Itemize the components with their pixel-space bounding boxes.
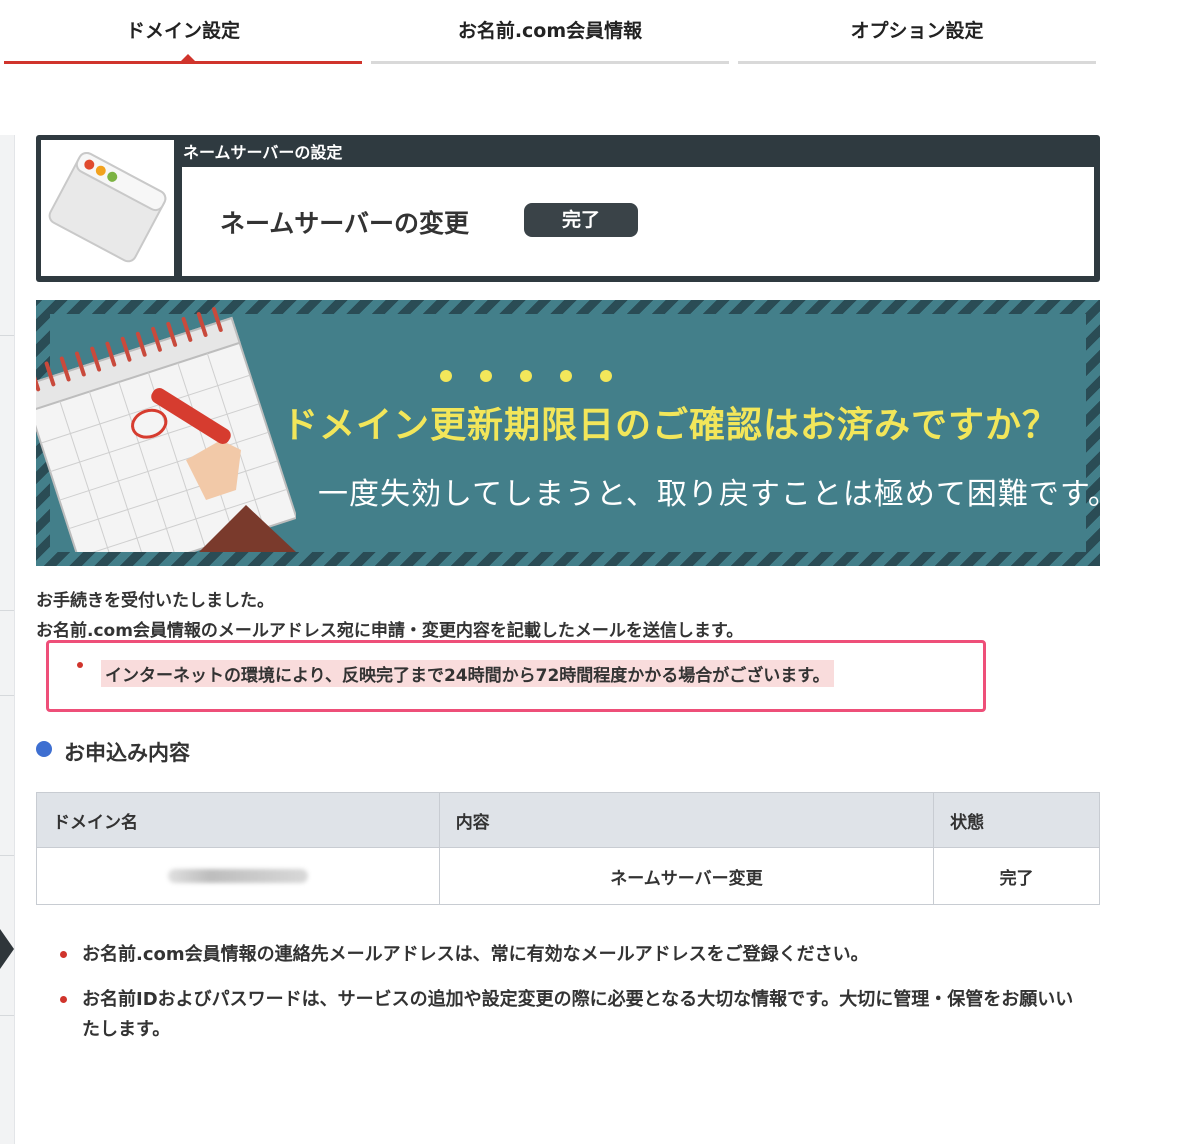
application-table: ドメイン名 内容 状態 ネームサーバー変更 完了 (36, 792, 1100, 905)
banner-headline: ドメイン更新期限日のご確認はお済みですか？ (282, 405, 1060, 446)
tab-domain-settings[interactable]: ドメイン設定 (4, 0, 362, 66)
banner-inner: ドメイン更新期限日のご確認はお済みですか？ 一度失効してしまうと、取り戻すことは… (36, 307, 1100, 552)
footer-note-credentials: お名前IDおよびパスワードは、サービスの追加や設定変更の際に必要となる大切な情報… (82, 989, 1074, 1040)
tab-underline (4, 61, 362, 64)
domain-name-cell (36, 847, 440, 905)
renewal-reminder-banner[interactable]: ドメイン更新期限日のご確認はお済みですか？ 一度失効してしまうと、取り戻すことは… (36, 300, 1100, 566)
panel-header: ネームサーバーの設定 (183, 143, 343, 162)
tab-underline (371, 61, 729, 64)
content-cell: ネームサーバー変更 (438, 847, 935, 905)
email-notice-message: お名前.com会員情報のメールアドレス宛に申請・変更内容を記載したメールを送信し… (36, 621, 744, 641)
propagation-notice: インターネットの環境により、反映完了まで24時間から72時間程度かかる場合がござ… (46, 640, 986, 712)
bullet-icon (60, 996, 67, 1003)
tab-option-settings[interactable]: オプション設定 (738, 0, 1096, 66)
active-tab-caret-icon (181, 54, 195, 61)
side-panel-toggle-icon[interactable] (0, 929, 14, 969)
nameserver-status-panel: ネームサーバーの設定 ネームサーバーの変更 完了 (36, 135, 1100, 282)
table-row: ネームサーバー変更 完了 (36, 847, 1100, 905)
tab-underline (738, 61, 1096, 64)
status-badge: 完了 (524, 203, 638, 237)
browser-window-icon (41, 140, 174, 276)
propagation-notice-text: インターネットの環境により、反映完了まで24時間から72時間程度かかる場合がござ… (101, 660, 834, 687)
tab-label: お名前.com会員情報 (457, 20, 643, 42)
tab-label: オプション設定 (850, 20, 984, 42)
emphasis-dots (440, 370, 620, 384)
panel-title: ネームサーバーの変更 (220, 209, 470, 238)
calendar-marker-illustration (36, 307, 296, 552)
panel-body: ネームサーバーの変更 完了 (182, 167, 1094, 276)
side-panel-edge (0, 135, 15, 1144)
section-title: お申込み内容 (64, 741, 190, 765)
section-dot-icon (36, 741, 52, 757)
tab-member-info[interactable]: お名前.com会員情報 (371, 0, 729, 66)
banner-subtext: 一度失効してしまうと、取り戻すことは極めて困難です。 (318, 477, 1100, 512)
settings-tabs: ドメイン設定 お名前.com会員情報 オプション設定 (0, 0, 1100, 66)
status-cell: 完了 (933, 847, 1100, 905)
bullet-icon (60, 951, 67, 958)
column-header-status: 状態 (933, 792, 1100, 848)
confirmation-message: お手続きを受付いたしました。 (36, 591, 274, 611)
column-header-domain: ドメイン名 (36, 792, 440, 848)
bullet-icon (77, 662, 83, 668)
column-header-content: 内容 (438, 792, 935, 848)
redacted-domain-name (167, 869, 308, 883)
footer-note-email: お名前.com会員情報の連絡先メールアドレスは、常に有効なメールアドレスをご登録… (82, 944, 869, 965)
tab-label: ドメイン設定 (125, 20, 240, 42)
